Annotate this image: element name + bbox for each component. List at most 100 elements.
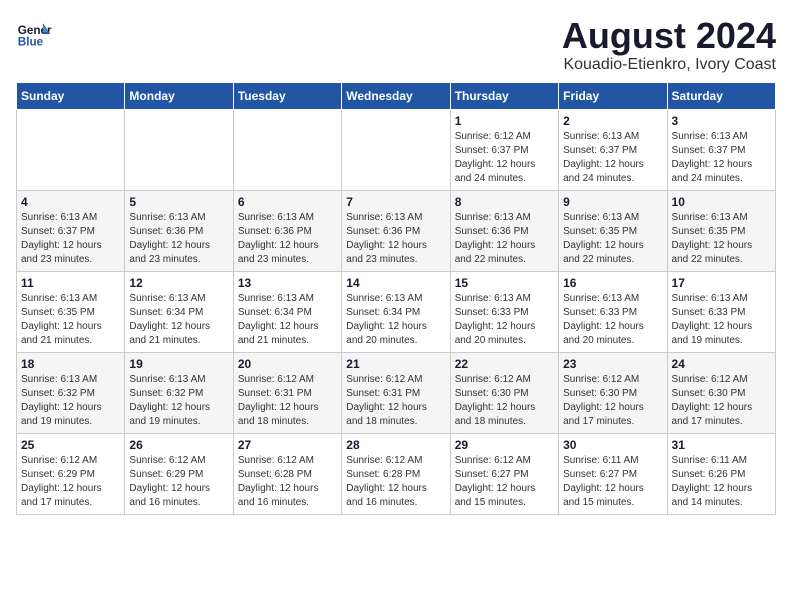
day-number: 1 [455, 114, 554, 128]
header-cell-friday: Friday [559, 82, 667, 109]
calendar-cell: 9Sunrise: 6:13 AM Sunset: 6:35 PM Daylig… [559, 190, 667, 271]
day-number: 30 [563, 438, 662, 452]
calendar-cell: 17 Sunrise: 6:13 AM Sunset: 6:33 PM Dayli… [667, 271, 775, 352]
calendar-cell: 15 Sunrise: 6:13 AM Sunset: 6:33 PM Dayli… [450, 271, 558, 352]
day-info: Sunrise: 6:12 AM Sunset: 6:29 PM Dayligh… [21, 454, 120, 510]
calendar-body: 1Sunrise: 6:12 AM Sunset: 6:37 PM Daylig… [17, 109, 776, 514]
day-number: 12 [129, 276, 228, 290]
day-number: 25 [21, 438, 120, 452]
day-info: Sunrise: 6:12 AM Sunset: 6:31 PM Dayligh… [238, 373, 337, 429]
day-number: 5 [129, 195, 228, 209]
week-row-2: 4 Sunrise: 6:13 AM Sunset: 6:37 PM Daylig… [17, 190, 776, 271]
calendar-cell: 6 Sunrise: 6:13 AM Sunset: 6:36 PM Daylig… [233, 190, 341, 271]
calendar-cell: 3 Sunrise: 6:13 AM Sunset: 6:37 PM Daylig… [667, 109, 775, 190]
calendar-cell: 14Sunrise: 6:13 AM Sunset: 6:34 PM Dayli… [342, 271, 450, 352]
week-row-5: 25 Sunrise: 6:12 AM Sunset: 6:29 PM Dayli… [17, 433, 776, 514]
day-number: 21 [346, 357, 445, 371]
day-number: 7 [346, 195, 445, 209]
calendar-cell [233, 109, 341, 190]
day-info: Sunrise: 6:12 AM Sunset: 6:30 PM Dayligh… [672, 373, 771, 429]
week-row-3: 11 Sunrise: 6:13 AM Sunset: 6:35 PM Dayli… [17, 271, 776, 352]
calendar-cell: 12 Sunrise: 6:13 AM Sunset: 6:34 PM Dayli… [125, 271, 233, 352]
day-number: 16 [563, 276, 662, 290]
day-info: Sunrise: 6:13 AM Sunset: 6:35 PM Dayligh… [563, 211, 662, 267]
calendar-cell: 24 Sunrise: 6:12 AM Sunset: 6:30 PM Dayli… [667, 352, 775, 433]
day-info: Sunrise: 6:13 AM Sunset: 6:32 PM Dayligh… [21, 373, 120, 429]
day-number: 4 [21, 195, 120, 209]
calendar-cell: 19Sunrise: 6:13 AM Sunset: 6:32 PM Dayli… [125, 352, 233, 433]
calendar-cell: 1Sunrise: 6:12 AM Sunset: 6:37 PM Daylig… [450, 109, 558, 190]
day-info: Sunrise: 6:13 AM Sunset: 6:34 PM Dayligh… [238, 292, 337, 348]
day-number: 6 [238, 195, 337, 209]
header-cell-monday: Monday [125, 82, 233, 109]
day-number: 2 [563, 114, 662, 128]
day-number: 24 [672, 357, 771, 371]
header-cell-wednesday: Wednesday [342, 82, 450, 109]
day-number: 31 [672, 438, 771, 452]
day-number: 8 [455, 195, 554, 209]
calendar-cell: 16Sunrise: 6:13 AM Sunset: 6:33 PM Dayli… [559, 271, 667, 352]
calendar-cell: 22Sunrise: 6:12 AM Sunset: 6:30 PM Dayli… [450, 352, 558, 433]
calendar-cell: 27Sunrise: 6:12 AM Sunset: 6:28 PM Dayli… [233, 433, 341, 514]
calendar-cell: 11 Sunrise: 6:13 AM Sunset: 6:35 PM Dayli… [17, 271, 125, 352]
day-number: 15 [455, 276, 554, 290]
day-number: 28 [346, 438, 445, 452]
calendar-header: SundayMondayTuesdayWednesdayThursdayFrid… [17, 82, 776, 109]
calendar-cell: 25 Sunrise: 6:12 AM Sunset: 6:29 PM Dayli… [17, 433, 125, 514]
day-info: Sunrise: 6:11 AM Sunset: 6:26 PM Dayligh… [672, 454, 771, 510]
day-number: 29 [455, 438, 554, 452]
day-info: Sunrise: 6:13 AM Sunset: 6:33 PM Dayligh… [455, 292, 554, 348]
day-info: Sunrise: 6:13 AM Sunset: 6:34 PM Dayligh… [129, 292, 228, 348]
main-title: August 2024 [562, 16, 776, 56]
calendar-cell: 13 Sunrise: 6:13 AM Sunset: 6:34 PM Dayli… [233, 271, 341, 352]
calendar-cell: 10 Sunrise: 6:13 AM Sunset: 6:35 PM Dayli… [667, 190, 775, 271]
day-number: 18 [21, 357, 120, 371]
header-cell-saturday: Saturday [667, 82, 775, 109]
day-info: Sunrise: 6:13 AM Sunset: 6:37 PM Dayligh… [21, 211, 120, 267]
day-info: Sunrise: 6:13 AM Sunset: 6:37 PM Dayligh… [563, 130, 662, 186]
logo-icon: General Blue [16, 16, 52, 52]
day-number: 10 [672, 195, 771, 209]
calendar-table: SundayMondayTuesdayWednesdayThursdayFrid… [16, 82, 776, 515]
calendar-cell: 21 Sunrise: 6:12 AM Sunset: 6:31 PM Dayli… [342, 352, 450, 433]
calendar-cell: 29 Sunrise: 6:12 AM Sunset: 6:27 PM Dayli… [450, 433, 558, 514]
calendar-cell: 5 Sunrise: 6:13 AM Sunset: 6:36 PM Daylig… [125, 190, 233, 271]
calendar-cell: 23 Sunrise: 6:12 AM Sunset: 6:30 PM Dayli… [559, 352, 667, 433]
calendar-cell: 31 Sunrise: 6:11 AM Sunset: 6:26 PM Dayli… [667, 433, 775, 514]
calendar-cell: 7 Sunrise: 6:13 AM Sunset: 6:36 PM Daylig… [342, 190, 450, 271]
day-number: 23 [563, 357, 662, 371]
day-info: Sunrise: 6:12 AM Sunset: 6:27 PM Dayligh… [455, 454, 554, 510]
calendar-cell: 18 Sunrise: 6:13 AM Sunset: 6:32 PM Dayli… [17, 352, 125, 433]
day-info: Sunrise: 6:13 AM Sunset: 6:36 PM Dayligh… [455, 211, 554, 267]
day-info: Sunrise: 6:13 AM Sunset: 6:34 PM Dayligh… [346, 292, 445, 348]
logo: General Blue [16, 16, 52, 52]
day-info: Sunrise: 6:13 AM Sunset: 6:35 PM Dayligh… [21, 292, 120, 348]
calendar-cell [342, 109, 450, 190]
calendar-cell [17, 109, 125, 190]
subtitle: Kouadio-Etienkro, Ivory Coast [562, 56, 776, 74]
day-info: Sunrise: 6:13 AM Sunset: 6:37 PM Dayligh… [672, 130, 771, 186]
day-info: Sunrise: 6:13 AM Sunset: 6:33 PM Dayligh… [672, 292, 771, 348]
day-info: Sunrise: 6:13 AM Sunset: 6:35 PM Dayligh… [672, 211, 771, 267]
day-number: 11 [21, 276, 120, 290]
calendar-cell [125, 109, 233, 190]
calendar-cell: 2 Sunrise: 6:13 AM Sunset: 6:37 PM Daylig… [559, 109, 667, 190]
day-info: Sunrise: 6:13 AM Sunset: 6:36 PM Dayligh… [129, 211, 228, 267]
week-row-4: 18 Sunrise: 6:13 AM Sunset: 6:32 PM Dayli… [17, 352, 776, 433]
day-number: 13 [238, 276, 337, 290]
svg-text:Blue: Blue [18, 36, 44, 49]
day-info: Sunrise: 6:13 AM Sunset: 6:36 PM Dayligh… [238, 211, 337, 267]
day-number: 19 [129, 357, 228, 371]
calendar-cell: 26Sunrise: 6:12 AM Sunset: 6:29 PM Dayli… [125, 433, 233, 514]
calendar-cell: 28Sunrise: 6:12 AM Sunset: 6:28 PM Dayli… [342, 433, 450, 514]
calendar-cell: 30Sunrise: 6:11 AM Sunset: 6:27 PM Dayli… [559, 433, 667, 514]
day-info: Sunrise: 6:12 AM Sunset: 6:31 PM Dayligh… [346, 373, 445, 429]
day-number: 17 [672, 276, 771, 290]
calendar-cell: 8 Sunrise: 6:13 AM Sunset: 6:36 PM Daylig… [450, 190, 558, 271]
calendar-cell: 20Sunrise: 6:12 AM Sunset: 6:31 PM Dayli… [233, 352, 341, 433]
header-cell-thursday: Thursday [450, 82, 558, 109]
day-info: Sunrise: 6:12 AM Sunset: 6:30 PM Dayligh… [455, 373, 554, 429]
day-info: Sunrise: 6:12 AM Sunset: 6:30 PM Dayligh… [563, 373, 662, 429]
day-number: 3 [672, 114, 771, 128]
day-info: Sunrise: 6:13 AM Sunset: 6:36 PM Dayligh… [346, 211, 445, 267]
